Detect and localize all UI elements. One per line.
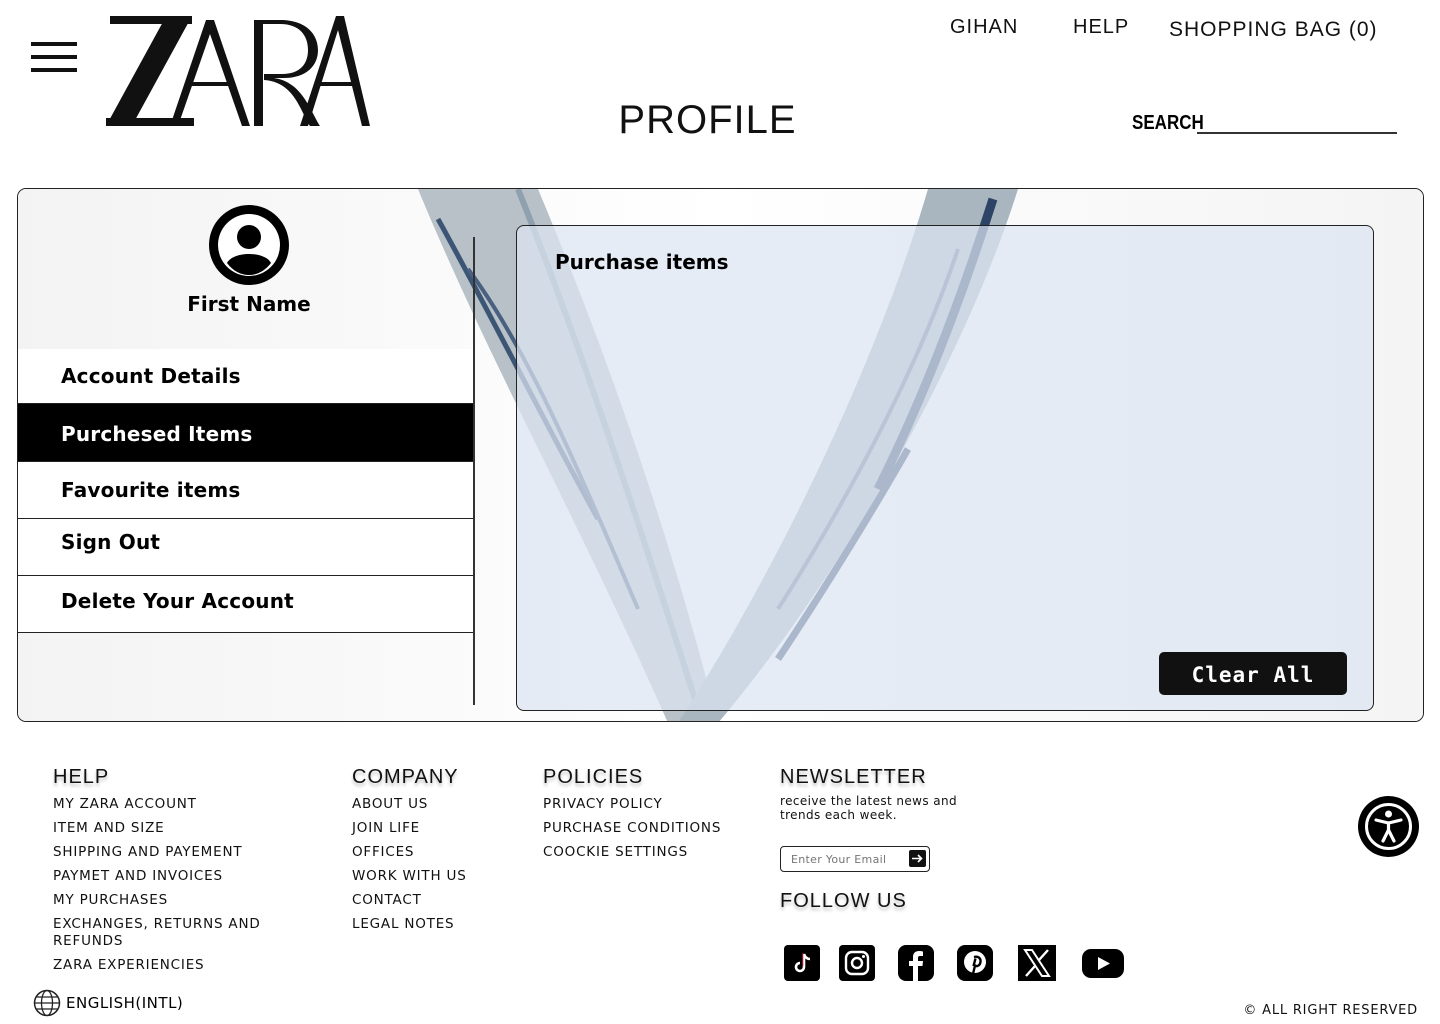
- search-input[interactable]: [1197, 110, 1397, 134]
- footer-link[interactable]: MY PURCHASES: [53, 892, 293, 909]
- footer-link[interactable]: ZARA EXPERIENCIES: [53, 957, 293, 974]
- menu-item-label: Sign Out: [61, 530, 161, 554]
- purchase-items-panel: Purchase items Clear All: [516, 225, 1374, 711]
- content-title: Purchase items: [555, 250, 729, 274]
- arrow-right-icon: [912, 854, 923, 863]
- menu-favourite-items[interactable]: Favourite items: [18, 462, 474, 519]
- pinterest-icon[interactable]: [957, 945, 993, 981]
- menu-purchased-items[interactable]: Purchesed Items: [18, 404, 474, 462]
- footer-link[interactable]: WORK WITH US: [352, 868, 467, 885]
- footer-help-column: HELP MY ZARA ACCOUNT ITEM AND SIZE SHIPP…: [53, 766, 293, 981]
- menu-item-label: Purchesed Items: [61, 422, 253, 446]
- vertical-divider: [473, 237, 475, 705]
- footer-link[interactable]: ITEM AND SIZE: [53, 820, 293, 837]
- menu-item-label: Account Details: [61, 364, 241, 388]
- footer-company-column: COMPANY ABOUT US JOIN LIFE OFFICES WORK …: [352, 766, 467, 940]
- footer-heading: POLICIES: [543, 766, 644, 788]
- email-submit-button[interactable]: [909, 850, 926, 867]
- footer-link[interactable]: OFFICES: [352, 844, 467, 861]
- footer-policies-column: POLICIES PRIVACY POLICY PURCHASE CONDITI…: [543, 766, 721, 868]
- accessibility-button[interactable]: [1358, 796, 1419, 857]
- footer-heading: HELP: [53, 766, 110, 788]
- menu-sign-out[interactable]: Sign Out: [18, 519, 474, 576]
- search-label: SEARCH: [1132, 112, 1204, 134]
- footer-link[interactable]: EXCHANGES, RETURNS AND REFUNDS: [53, 916, 293, 950]
- footer-newsletter-column: NEWSLETTER receive the latest news and t…: [780, 766, 1020, 912]
- follow-us-heading: FOLLOW US: [780, 890, 907, 912]
- x-icon[interactable]: [1018, 945, 1056, 981]
- menu-account-details[interactable]: Account Details: [18, 349, 474, 404]
- footer-link[interactable]: JOIN LIFE: [352, 820, 467, 837]
- footer-link[interactable]: LEGAL NOTES: [352, 916, 467, 933]
- language-selector[interactable]: ENGLISH(INTL): [33, 989, 183, 1017]
- menu-delete-account[interactable]: Delete Your Account: [18, 576, 474, 633]
- nav-shopping-bag[interactable]: SHOPPING BAG (0): [1169, 18, 1378, 42]
- footer-link[interactable]: PAYMET AND INVOICES: [53, 868, 293, 885]
- copyright-text: © ALL RIGHT RESERVED: [1243, 1003, 1418, 1018]
- footer-heading: COMPANY: [352, 766, 459, 788]
- profile-panel: First Name Account Details Purchesed Ite…: [17, 188, 1424, 722]
- footer-link[interactable]: CONTACT: [352, 892, 467, 909]
- instagram-icon[interactable]: [839, 945, 875, 981]
- profile-header: First Name: [18, 189, 474, 349]
- menu-item-label: Delete Your Account: [61, 589, 294, 613]
- menu-icon[interactable]: [31, 42, 77, 72]
- language-label: ENGLISH(INTL): [66, 994, 184, 1012]
- newsletter-description: receive the latest news and trends each …: [780, 794, 957, 822]
- footer-link[interactable]: ABOUT US: [352, 796, 467, 813]
- footer-link[interactable]: PURCHASE CONDITIONS: [543, 820, 721, 837]
- profile-name: First Name: [187, 292, 311, 316]
- accessibility-icon: [1365, 803, 1412, 850]
- footer-link[interactable]: COOCKIE SETTINGS: [543, 844, 721, 861]
- tiktok-icon[interactable]: [784, 945, 820, 981]
- facebook-icon[interactable]: [898, 945, 934, 981]
- clear-all-button[interactable]: Clear All: [1159, 652, 1347, 695]
- youtube-icon[interactable]: [1081, 945, 1125, 981]
- footer-link[interactable]: MY ZARA ACCOUNT: [53, 796, 293, 813]
- nav-help[interactable]: HELP: [1073, 16, 1129, 39]
- footer-heading: NEWSLETTER: [780, 766, 927, 788]
- globe-icon: [33, 989, 61, 1017]
- footer-link[interactable]: SHIPPING AND PAYEMENT: [53, 844, 293, 861]
- nav-user[interactable]: GIHAN: [950, 16, 1018, 39]
- user-avatar-icon: [209, 205, 289, 285]
- menu-item-label: Favourite items: [61, 478, 241, 502]
- newsletter-form: [780, 846, 930, 872]
- email-input[interactable]: [791, 850, 903, 868]
- footer-link[interactable]: PRIVACY POLICY: [543, 796, 721, 813]
